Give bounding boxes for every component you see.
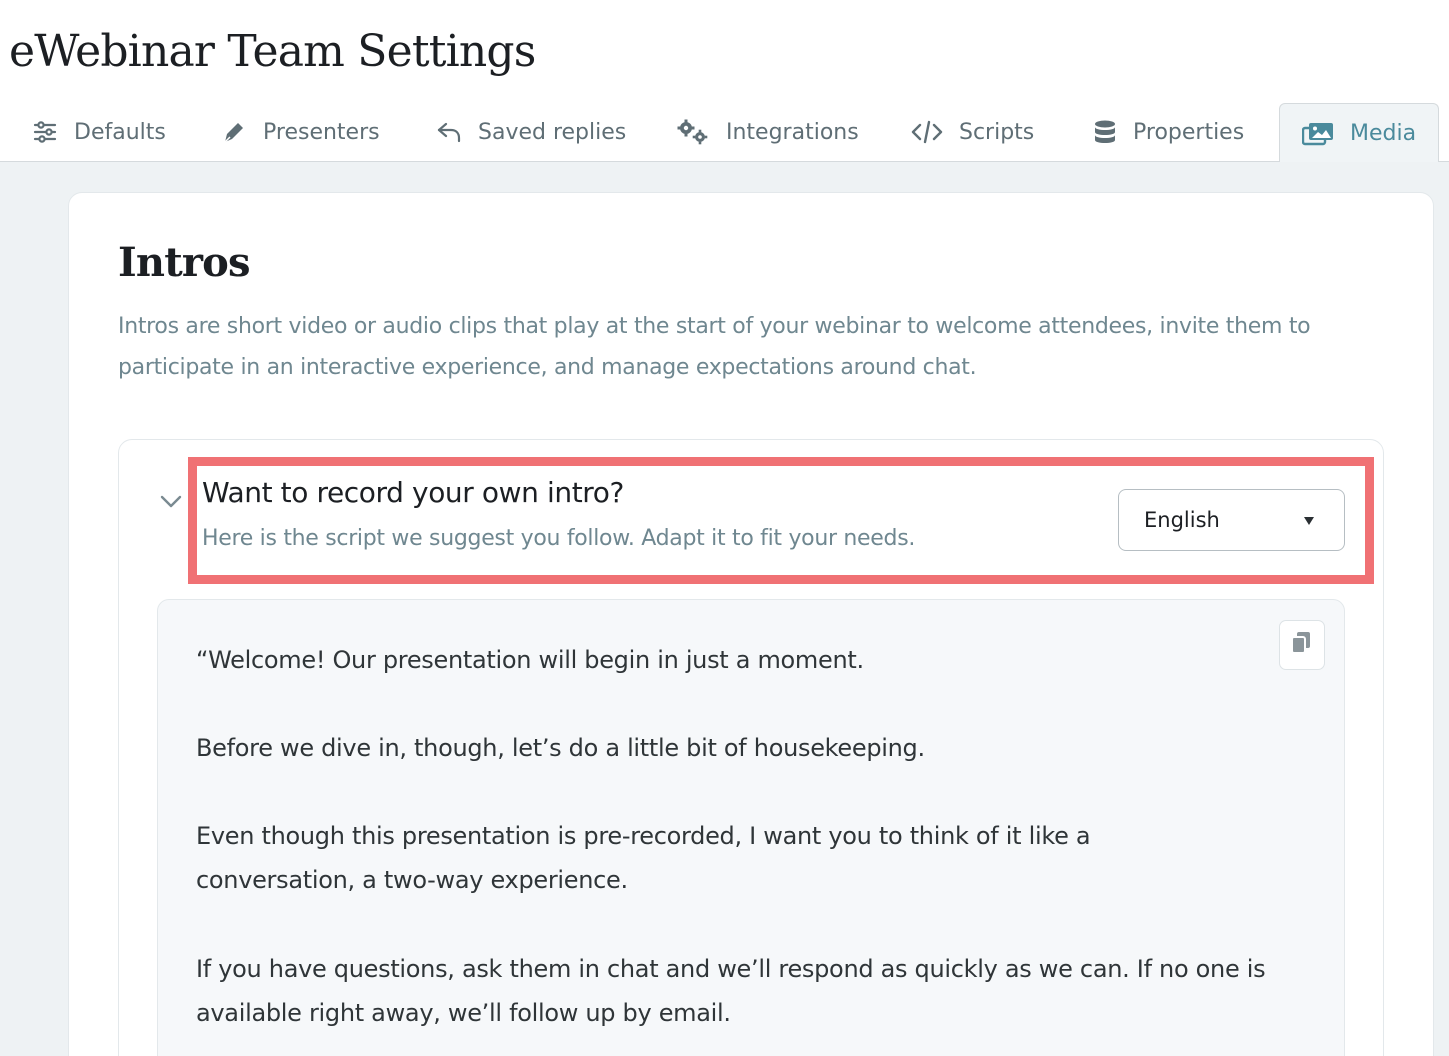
tab-label: Scripts — [959, 119, 1035, 145]
script-paragraph: If you have questions, ask them in chat … — [196, 955, 1266, 1027]
photo-video-icon — [1302, 121, 1334, 147]
pen-icon — [221, 119, 247, 145]
script-paragraph: Before we dive in, though, let’s do a li… — [196, 734, 925, 762]
script-paragraph: “Welcome! Our presentation will begin in… — [196, 646, 864, 674]
script-paragraph: Even though this presentation is pre-rec… — [196, 822, 1091, 894]
gears-icon — [676, 119, 710, 145]
tab-label: Media — [1350, 121, 1417, 146]
tab-label: Saved replies — [478, 119, 627, 145]
tab-label: Defaults — [74, 119, 166, 145]
reply-icon — [436, 119, 462, 145]
tab-presenters[interactable]: Presenters — [221, 103, 380, 161]
sliders-icon — [32, 119, 58, 145]
tab-label: Properties — [1133, 119, 1245, 145]
tab-defaults[interactable]: Defaults — [32, 103, 166, 161]
chevron-down-icon[interactable] — [158, 488, 184, 514]
tab-integrations[interactable]: Integrations — [676, 103, 859, 161]
section-title: Intros — [118, 239, 251, 286]
database-icon — [1093, 119, 1117, 145]
highlight-box — [188, 457, 1374, 584]
tab-saved-replies[interactable]: Saved replies — [436, 103, 626, 161]
tab-label: Presenters — [263, 119, 380, 145]
settings-page: eWebinar Team Settings Defaults Presente… — [0, 0, 1449, 1056]
page-title: eWebinar Team Settings — [9, 26, 536, 77]
tab-media[interactable]: Media — [1279, 103, 1440, 163]
settings-tabs: Defaults Presenters Saved replies Integr… — [0, 103, 1449, 163]
tab-properties[interactable]: Properties — [1093, 103, 1244, 161]
code-icon — [911, 119, 943, 145]
tab-label: Integrations — [726, 119, 859, 145]
section-description: Intros are short video or audio clips th… — [118, 314, 1311, 380]
tab-scripts[interactable]: Scripts — [911, 103, 1034, 161]
